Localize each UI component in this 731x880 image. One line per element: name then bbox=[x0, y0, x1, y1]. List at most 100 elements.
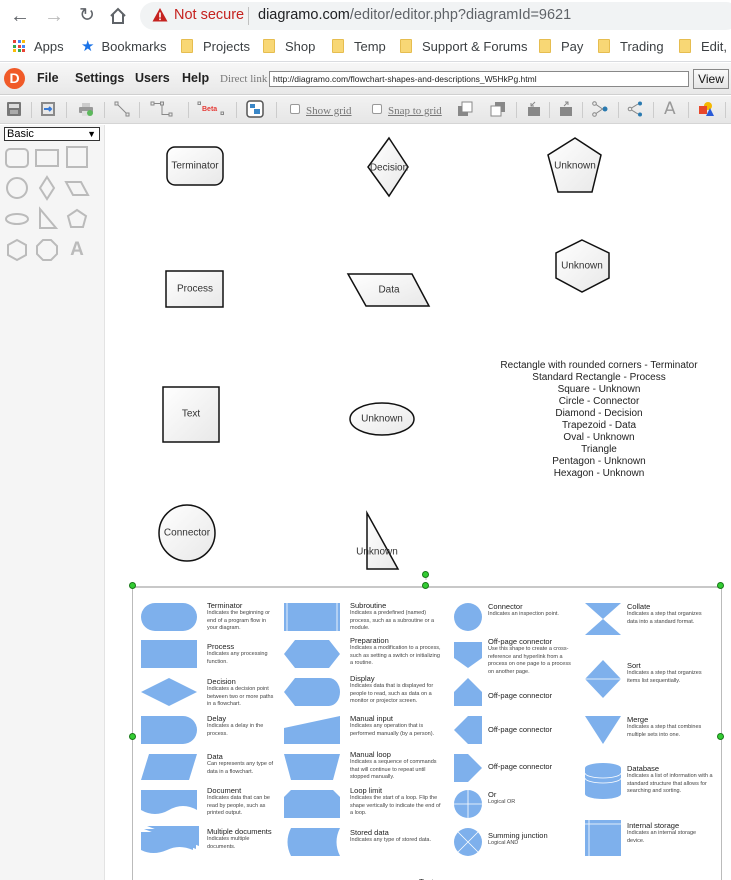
diagram-canvas[interactable]: Terminator Decision Unknown Process Data… bbox=[106, 125, 731, 880]
print-icon[interactable] bbox=[78, 101, 94, 117]
editor-toolbar: Beta Show grid Snap to grid A bbox=[0, 96, 731, 124]
folder-icon bbox=[539, 39, 551, 53]
diagramo-logo[interactable]: D bbox=[4, 68, 25, 89]
bookmark-label: Temp bbox=[354, 39, 386, 54]
ref-desc: Indicates a decision point between two o… bbox=[207, 686, 274, 707]
bookmark-pay[interactable]: Pay bbox=[539, 38, 583, 56]
ref-title: Multiple documents bbox=[207, 827, 272, 836]
move-forward-icon[interactable] bbox=[558, 101, 574, 117]
ref-data-shape bbox=[141, 754, 197, 780]
send-to-back-icon[interactable] bbox=[490, 101, 506, 117]
ref-title: Or bbox=[488, 790, 497, 799]
straight-connector-icon[interactable] bbox=[114, 101, 130, 117]
hexagon-shape-icon[interactable] bbox=[4, 237, 30, 263]
circle-shape-icon[interactable] bbox=[4, 175, 30, 201]
show-grid-label[interactable]: Show grid bbox=[306, 105, 352, 117]
diamond-shape-icon[interactable] bbox=[34, 175, 60, 201]
menu-users[interactable]: Users bbox=[135, 71, 170, 85]
ref-desc: Indicates a modification to a process, s… bbox=[350, 645, 441, 666]
home-icon[interactable] bbox=[106, 4, 130, 28]
shapes-insert-icon[interactable] bbox=[698, 101, 714, 117]
url-text[interactable]: diagramo.com/editor/editor.php?diagramId… bbox=[258, 7, 571, 23]
ref-desc: Indicates a sequence of commands that wi… bbox=[350, 759, 437, 780]
save-icon[interactable] bbox=[6, 101, 22, 117]
show-grid-checkbox[interactable] bbox=[290, 104, 300, 114]
apps-grid-icon bbox=[13, 40, 25, 52]
menu-settings[interactable]: Settings bbox=[75, 71, 124, 85]
bookmark-temp[interactable]: Temp bbox=[332, 38, 386, 56]
shape-set-select[interactable]: Basic ▼ bbox=[4, 127, 100, 141]
ref-internal-storage-shape bbox=[585, 820, 621, 856]
bookmark-bookmarks[interactable]: ★ Bookmarks bbox=[81, 38, 166, 56]
rounded-rectangle-shape-icon[interactable] bbox=[4, 145, 30, 171]
text-shape-icon[interactable]: A bbox=[64, 237, 90, 263]
back-arrow-icon[interactable]: ← bbox=[8, 4, 32, 28]
resize-handle-n[interactable] bbox=[422, 582, 429, 589]
move-backward-icon[interactable] bbox=[526, 101, 542, 117]
bookmark-shop[interactable]: Shop bbox=[263, 38, 315, 56]
organic-connector-beta-icon[interactable]: Beta bbox=[197, 101, 225, 117]
shape-legend-text[interactable]: Rectangle with rounded corners - Termina… bbox=[489, 360, 709, 480]
bookmark-apps[interactable]: Apps bbox=[13, 38, 64, 56]
rectangle-shape-icon[interactable] bbox=[34, 145, 60, 171]
ref-title: Collate bbox=[627, 602, 651, 611]
bookmark-label: Support & Forums bbox=[422, 39, 528, 54]
bookmark-projects[interactable]: Projects bbox=[181, 38, 250, 56]
bookmark-edit[interactable]: Edit, P bbox=[679, 38, 731, 56]
triangle-shape-icon[interactable] bbox=[34, 206, 60, 232]
legend-line: Square - Unknown bbox=[557, 384, 641, 395]
group-icon[interactable] bbox=[592, 101, 608, 117]
ref-desc: Use this shape to create a cross-referen… bbox=[488, 646, 571, 675]
bookmark-support-forums[interactable]: Support & Forums bbox=[400, 38, 528, 56]
ref-title: Loop limit bbox=[350, 786, 383, 795]
resize-handle-w[interactable] bbox=[129, 733, 136, 740]
security-status[interactable]: Not secure bbox=[174, 7, 244, 23]
ref-title: Preparation bbox=[350, 636, 389, 645]
ungroup-icon[interactable] bbox=[627, 101, 643, 117]
omnibox-divider bbox=[248, 7, 249, 25]
container-icon[interactable] bbox=[246, 100, 264, 118]
ref-desc: Indicates an inspection point. bbox=[488, 611, 559, 617]
flowchart-reference-image[interactable]: Terminator Indicates the beginning or end… bbox=[132, 586, 722, 880]
direct-link-input[interactable] bbox=[269, 71, 689, 87]
legend-line: Standard Rectangle - Process bbox=[532, 372, 666, 383]
pentagon-shape-icon[interactable] bbox=[64, 206, 90, 232]
bookmarks-bar: Apps ★ Bookmarks Projects Shop Temp Suppo… bbox=[0, 32, 731, 62]
octagon-shape-icon[interactable] bbox=[34, 237, 60, 263]
reload-icon[interactable]: ↻ bbox=[75, 4, 99, 28]
square-shape-icon[interactable] bbox=[64, 145, 90, 171]
ref-desc: Indicates a step that combines multiple … bbox=[627, 724, 702, 738]
resize-handle-nw[interactable] bbox=[129, 582, 136, 589]
ellipse-shape-icon[interactable] bbox=[4, 206, 30, 232]
ref-title: Database bbox=[627, 764, 660, 773]
triangle-figure[interactable] bbox=[366, 510, 400, 570]
resize-handle-e[interactable] bbox=[717, 733, 724, 740]
text-tool-icon[interactable]: A bbox=[664, 101, 680, 118]
snap-to-grid-checkbox[interactable] bbox=[372, 104, 382, 114]
menu-file[interactable]: File bbox=[37, 71, 59, 85]
bookmark-trading[interactable]: Trading bbox=[598, 38, 664, 56]
bring-to-front-icon[interactable] bbox=[457, 101, 473, 117]
view-button[interactable]: View bbox=[693, 69, 729, 89]
rotate-handle[interactable] bbox=[422, 571, 429, 578]
ref-desc: Can represents any type of data in a flo… bbox=[207, 761, 274, 775]
ref-offpage-down-shape bbox=[454, 642, 482, 668]
ref-subroutine-shape bbox=[284, 603, 340, 631]
address-bar[interactable]: Not secure diagramo.com/editor/editor.ph… bbox=[140, 2, 731, 30]
ref-item-internal-storage: Internal storage Indicates an internal st… bbox=[627, 821, 713, 845]
jagged-connector-icon[interactable] bbox=[150, 101, 174, 117]
beta-label: Beta bbox=[202, 106, 217, 113]
snap-to-grid-label[interactable]: Snap to grid bbox=[388, 105, 442, 117]
ref-desc: Indicates the start of a loop. Flip the … bbox=[350, 795, 441, 816]
parallelogram-shape-icon[interactable] bbox=[64, 175, 90, 201]
menu-help[interactable]: Help bbox=[182, 71, 209, 85]
toolbar-divider bbox=[618, 102, 619, 118]
folder-icon bbox=[263, 39, 275, 53]
ref-title: Delay bbox=[207, 714, 227, 723]
ref-desc: Indicates a step that organizes data int… bbox=[627, 611, 702, 625]
resize-handle-ne[interactable] bbox=[717, 582, 724, 589]
ref-decision-shape bbox=[141, 678, 197, 706]
toolbar-divider bbox=[516, 102, 517, 118]
import-icon[interactable] bbox=[40, 101, 56, 117]
forward-arrow-icon[interactable]: → bbox=[42, 4, 66, 28]
